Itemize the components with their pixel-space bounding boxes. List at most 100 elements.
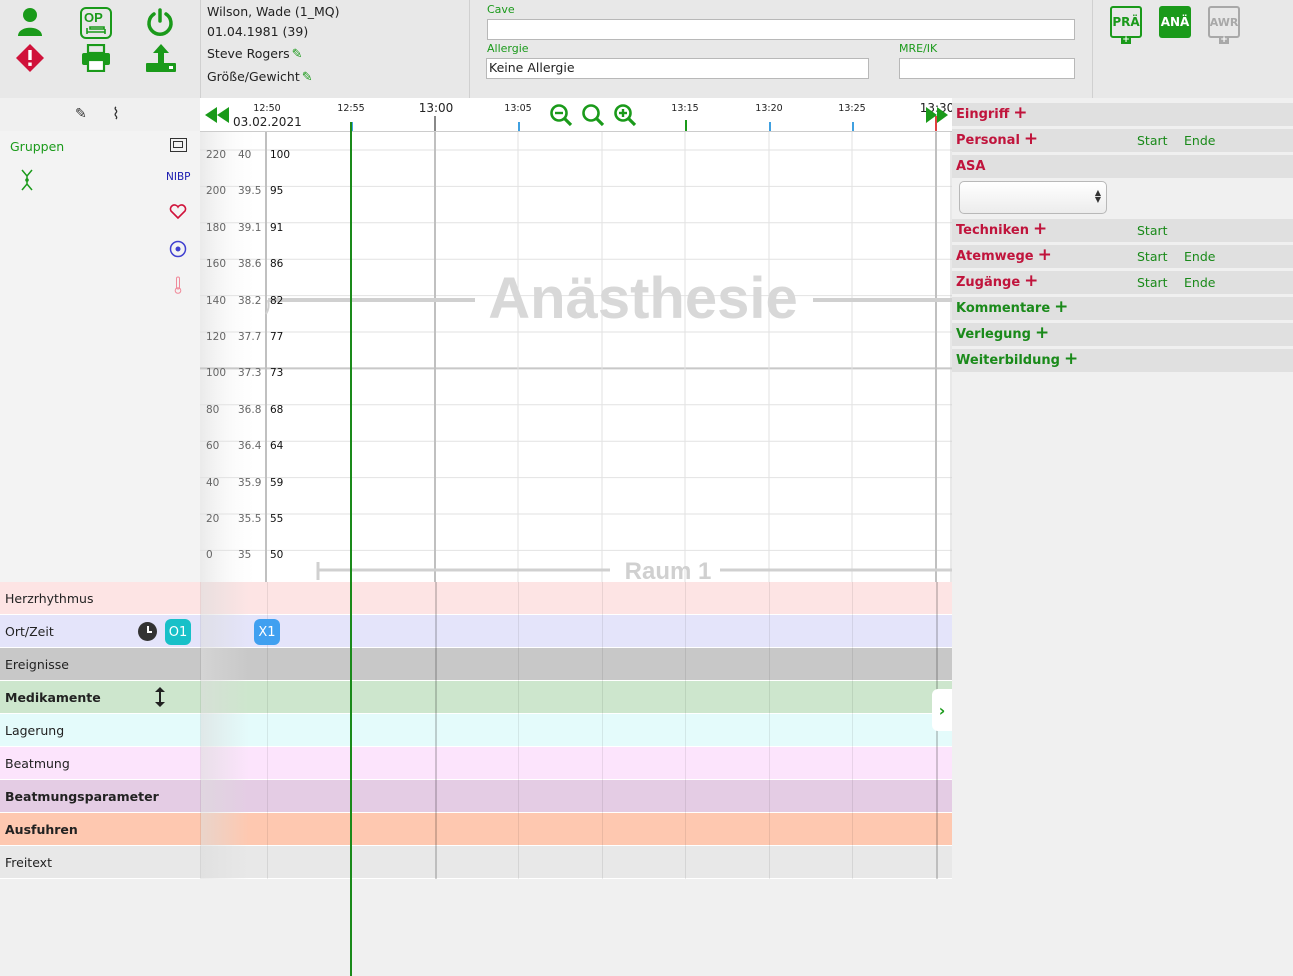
row-freitext[interactable]: Freitext: [0, 846, 952, 879]
alert-icon[interactable]: [14, 42, 46, 74]
asa-body: ▲ ▼: [952, 178, 1293, 218]
patient-icon[interactable]: [14, 6, 46, 38]
ana-badge[interactable]: ANÄ: [1159, 6, 1191, 38]
add-kommentare-icon[interactable]: +: [1054, 297, 1068, 317]
clock-hand: [147, 631, 152, 633]
o1-marker[interactable]: O1: [165, 619, 191, 645]
add-personal-icon[interactable]: +: [1024, 129, 1038, 149]
cave-input[interactable]: [487, 19, 1075, 40]
divider: [1092, 0, 1093, 98]
chart-grid: Anästhesie Raum 1: [200, 132, 952, 582]
asa-select[interactable]: ▲ ▼: [959, 181, 1107, 214]
row-grid-line: [267, 780, 268, 813]
row-grid-line: [685, 714, 686, 747]
add-zugaenge-icon[interactable]: +: [1024, 271, 1038, 291]
rewind-icon[interactable]: [204, 106, 230, 124]
row-grid-line: [267, 747, 268, 780]
add-verlegung-icon[interactable]: +: [1035, 323, 1049, 343]
row-grid-line: [267, 681, 268, 714]
chart-scales: 220 40 100 200 39.5 95 180 39.1 91 160 38.6 86 140 38…: [200, 132, 300, 582]
row-grid-line: [685, 648, 686, 681]
groups-frame-icon[interactable]: [170, 138, 187, 152]
row-fade: [201, 813, 249, 846]
row-grid-line: [435, 846, 437, 879]
tick-mark: [769, 122, 771, 131]
section-personal[interactable]: Personal + Start Ende: [952, 129, 1293, 152]
add-eingriff-icon[interactable]: +: [1013, 103, 1027, 123]
tick-mark: [685, 120, 687, 131]
row-lagerung[interactable]: Lagerung: [0, 714, 952, 747]
chevron-right-icon: ›: [938, 700, 946, 720]
scale-label: 95: [270, 185, 284, 198]
row-medikamente[interactable]: Medikamente: [0, 681, 952, 714]
power-icon[interactable]: [144, 6, 176, 38]
row-grid-line: [852, 813, 853, 846]
add-techniken-icon[interactable]: +: [1033, 219, 1047, 239]
edit-doctor-icon[interactable]: ✎: [292, 47, 303, 62]
add-weiterbildung-icon[interactable]: +: [1064, 349, 1078, 369]
row-grid-line: [685, 681, 686, 714]
expand-panel-button[interactable]: ›: [932, 689, 952, 731]
resize-vertical-icon[interactable]: [154, 686, 166, 708]
scale-label: 36.8: [238, 403, 262, 416]
row-grid-line: [852, 780, 853, 813]
row-grid-line: [518, 780, 519, 813]
awr-plus-icon: +: [1219, 35, 1229, 45]
clock-icon[interactable]: [138, 622, 157, 641]
row-grid-line: [769, 681, 770, 714]
pra-plus-icon: +: [1121, 35, 1131, 45]
upload-icon[interactable]: [144, 42, 178, 74]
row-ausfuhren[interactable]: Ausfuhren: [0, 813, 952, 846]
section-atemwege[interactable]: Atemwege + Start Ende: [952, 245, 1293, 268]
row-grid-line: [602, 648, 603, 681]
row-grid-line: [435, 582, 437, 615]
atemwege-ende[interactable]: Ende: [1184, 249, 1215, 264]
heart-icon: [169, 204, 187, 220]
row-grid-line: [936, 747, 938, 780]
section-zugaenge[interactable]: Zugänge + Start Ende: [952, 271, 1293, 294]
section-verlegung[interactable]: Verlegung +: [952, 323, 1293, 346]
zugaenge-start[interactable]: Start: [1137, 275, 1168, 290]
atemwege-start[interactable]: Start: [1137, 249, 1168, 264]
pra-badge[interactable]: PRÄ +: [1110, 6, 1142, 45]
magic-wand-icon[interactable]: ✎: [75, 106, 87, 122]
print-icon[interactable]: [80, 42, 112, 74]
zugaenge-ende[interactable]: Ende: [1184, 275, 1215, 290]
x1-marker[interactable]: X1: [254, 619, 280, 645]
section-weiterbildung[interactable]: Weiterbildung +: [952, 349, 1293, 372]
mre-input[interactable]: [899, 58, 1075, 79]
select-arrows-icon: ▲ ▼: [1094, 188, 1101, 204]
scale-label: 37.3: [238, 367, 262, 380]
edit-size-weight-icon[interactable]: ✎: [302, 70, 313, 85]
paperclip-icon[interactable]: ⌇: [112, 104, 120, 123]
fast-forward-icon[interactable]: [925, 106, 949, 124]
row-grid-line: [685, 780, 686, 813]
techniken-start[interactable]: Start: [1137, 223, 1168, 238]
add-atemwege-icon[interactable]: +: [1038, 245, 1052, 265]
scale-label: 160: [206, 258, 227, 271]
row-grid-line: [685, 615, 686, 648]
section-kommentare[interactable]: Kommentare +: [952, 297, 1293, 320]
row-grid-line: [685, 813, 686, 846]
row-grid-line: [518, 714, 519, 747]
zugaenge-label: Zugänge: [956, 275, 1021, 290]
row-beatmungsparameter[interactable]: Beatmungsparameter: [0, 780, 952, 813]
awr-badge[interactable]: AWR +: [1208, 6, 1240, 45]
row-grid-line: [602, 747, 603, 780]
personal-start[interactable]: Start: [1137, 133, 1168, 148]
zoom-out-icon[interactable]: [549, 103, 573, 127]
personal-ende[interactable]: Ende: [1184, 133, 1215, 148]
zoom-reset-icon[interactable]: [581, 103, 605, 127]
header: OP Wilson, Wade (1_MQ) 01.04.1981 (39) S…: [0, 0, 1293, 98]
section-techniken[interactable]: Techniken + Start: [952, 219, 1293, 242]
row-grid-line: [518, 615, 519, 648]
row-beatmung[interactable]: Beatmung: [0, 747, 952, 780]
allergie-input[interactable]: Keine Allergie: [486, 58, 869, 79]
row-herzrhythmus[interactable]: Herzrhythmus: [0, 582, 952, 615]
row-ereignisse[interactable]: Ereignisse: [0, 648, 952, 681]
row-label: Beatmungsparameter: [5, 788, 159, 804]
zoom-in-icon[interactable]: [613, 103, 637, 127]
op-bed-icon[interactable]: OP: [79, 6, 113, 40]
section-eingriff[interactable]: Eingriff +: [952, 103, 1293, 126]
section-asa: ASA: [952, 155, 1293, 178]
